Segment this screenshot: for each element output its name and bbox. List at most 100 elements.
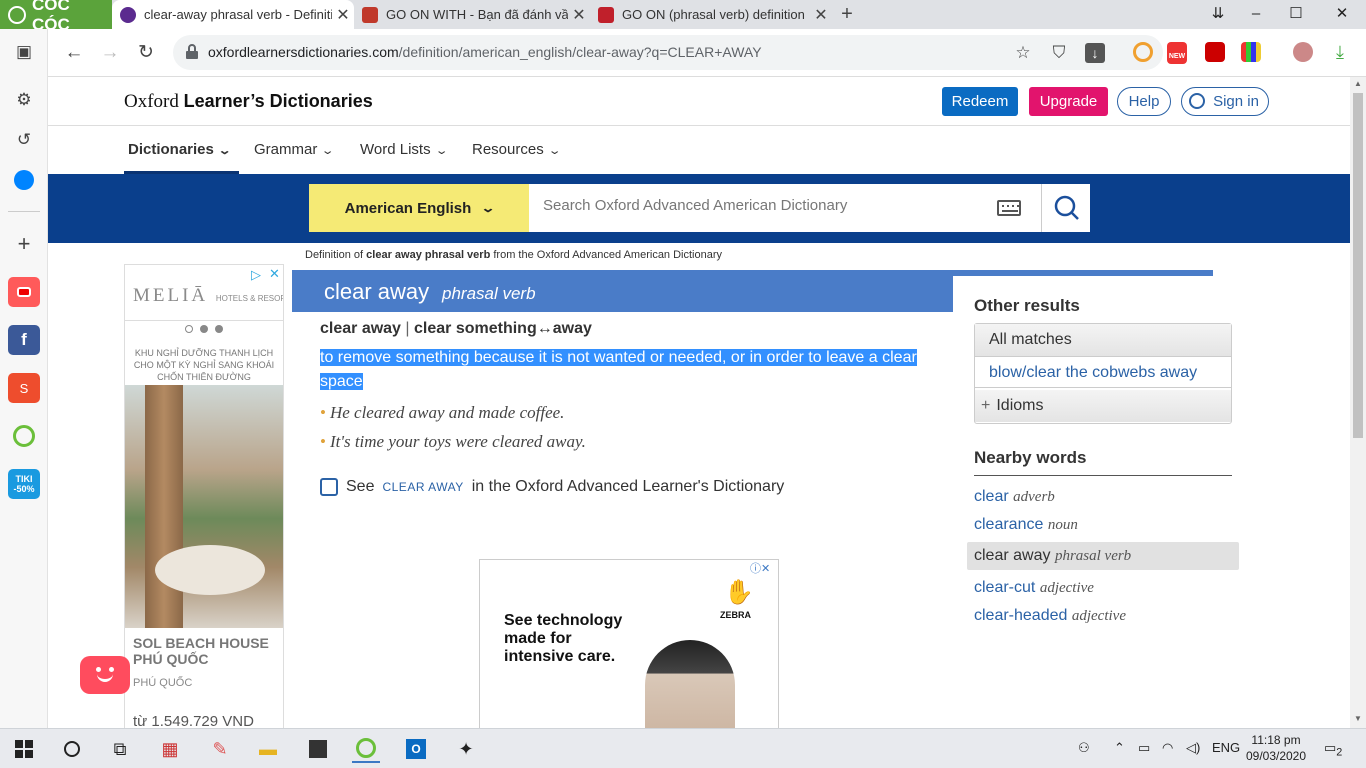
web-page: Oxford Learner’s Dictionaries Redeem Upg…	[48, 77, 1350, 728]
nearby-word-clear-headed[interactable]: clear-headed adjective	[974, 607, 1126, 625]
extension-red-icon[interactable]	[1205, 42, 1225, 62]
nav-resources[interactable]: Resources ⌄	[472, 141, 562, 158]
restore-button[interactable]: ☐	[1276, 0, 1316, 29]
sidebar-toggle-icon[interactable]: ▣	[8, 37, 40, 67]
windows-start-icon[interactable]	[10, 735, 38, 763]
example-sentence: • It's time your toys were cleared away.	[320, 432, 586, 451]
tiki-icon[interactable]: TIKI -50%	[8, 469, 40, 499]
all-matches-toggle[interactable]: All matches	[975, 324, 1231, 356]
resort-photo	[125, 385, 283, 628]
tab-go-on-with[interactable]: GO ON WITH - Bạn đã đánh vần ✕	[354, 0, 590, 29]
example-sentence: • He cleared away and made coffee.	[320, 403, 565, 422]
profile-avatar[interactable]	[1293, 42, 1313, 62]
carousel-dots[interactable]	[185, 325, 223, 333]
add-shortcut-icon[interactable]: +	[8, 229, 40, 259]
file-explorer-icon[interactable]: ▬	[254, 735, 282, 763]
ad-melia[interactable]: ▷ ✕ MELIĀ HOTELS & RESORTS KHU NGHỈ DƯỠN…	[124, 264, 284, 728]
breadcrumb: Definition of clear away phrasal verb fr…	[305, 249, 723, 261]
oxford-logo[interactable]: Oxford Learner’s Dictionaries	[124, 91, 373, 113]
ad-caption: KHU NGHỈ DƯỠNG THANH LỊCH CHO MỘT KỲ NGH…	[133, 348, 275, 382]
ad-close-icon[interactable]: ⓘ✕	[750, 560, 770, 576]
extension-new-icon[interactable]: NEW	[1167, 42, 1187, 64]
notifications-icon[interactable]: ▭2	[1324, 740, 1342, 759]
new-tab-button[interactable]: +	[836, 0, 858, 29]
browser-tab-strip: CÓC CÓC clear-away phrasal verb - Defini…	[0, 0, 1366, 34]
app-paint-icon[interactable]: ✎	[206, 735, 234, 763]
coccoc-taskbar-icon[interactable]	[352, 735, 380, 763]
scroll-up-icon[interactable]: ▲	[1350, 77, 1366, 91]
task-view-icon[interactable]: ⧉	[106, 735, 134, 763]
chat-widget-button[interactable]	[80, 656, 130, 694]
zebra-logo-icon: ✋	[724, 579, 754, 606]
battery-icon[interactable]: ▭	[1138, 740, 1150, 756]
tray-chevron-icon[interactable]: ⌃	[1114, 740, 1125, 756]
result-cobwebs-link[interactable]: blow/clear the cobwebs away	[975, 356, 1231, 388]
shopee-icon[interactable]: S	[8, 373, 40, 403]
facebook-icon[interactable]: f	[8, 325, 40, 355]
nearby-word-clear-cut[interactable]: clear-cut adjective	[974, 579, 1094, 597]
scroll-down-icon[interactable]: ▼	[1350, 712, 1366, 726]
tab-go-on[interactable]: GO ON (phrasal verb) definition ✕	[590, 0, 832, 29]
coccoc-green-icon[interactable]	[8, 421, 40, 451]
close-tab-icon[interactable]: ✕	[332, 5, 354, 25]
download-video-icon[interactable]: ↓	[1085, 43, 1105, 63]
shield-icon[interactable]: ⛉	[1049, 43, 1069, 63]
forward-button[interactable]: →	[98, 41, 122, 65]
language-indicator[interactable]: ENG	[1212, 740, 1240, 755]
idioms-toggle[interactable]: + Idioms	[975, 390, 1231, 422]
search-circle-icon[interactable]	[58, 735, 86, 763]
minimize-button[interactable]: –	[1236, 0, 1276, 29]
address-bar[interactable]: oxfordlearnersdictionaries.com/definitio…	[173, 35, 1163, 70]
bookmark-star-icon[interactable]: ☆	[1013, 43, 1033, 63]
volume-icon[interactable]: ◁)	[1186, 740, 1200, 756]
nearby-word-clear[interactable]: clear adverb	[974, 488, 1055, 506]
search-button[interactable]	[1041, 184, 1090, 232]
nearby-word-clear-away[interactable]: clear away phrasal verb	[967, 542, 1239, 570]
nav-word-lists[interactable]: Word Lists ⌄	[360, 141, 448, 158]
page-scrollbar[interactable]: ▲ ▼	[1350, 77, 1366, 728]
back-button[interactable]: ←	[62, 41, 86, 65]
messenger-icon[interactable]	[8, 165, 40, 195]
extension-grid-icon[interactable]	[1241, 42, 1261, 62]
keyboard-icon[interactable]	[997, 200, 1021, 216]
close-tab-icon[interactable]: ✕	[810, 5, 832, 25]
nearby-words-heading: Nearby words	[974, 448, 1087, 467]
wifi-icon[interactable]: ◠	[1162, 740, 1173, 756]
part-of-speech: phrasal verb	[442, 284, 536, 303]
chevron-down-icon: ⌄	[547, 145, 562, 157]
history-icon[interactable]: ↺	[8, 125, 40, 155]
reload-button[interactable]: ↻	[134, 41, 158, 65]
nav-grammar[interactable]: Grammar ⌄	[254, 141, 335, 158]
results-panel: Other results All matches blow/clear the…	[953, 276, 1253, 728]
see-also-link[interactable]: See CLEAR AWAY in the Oxford Advanced Le…	[320, 478, 784, 496]
browser-toolbar: ← → ↻ oxfordlearnersdictionaries.com/def…	[48, 29, 1366, 77]
adchoices-icon[interactable]: ▷	[251, 267, 261, 283]
coccoc-menu-button[interactable]: CÓC CÓC	[0, 0, 112, 34]
close-tab-icon[interactable]: ✕	[568, 5, 590, 25]
youtube-icon[interactable]	[8, 277, 40, 307]
redeem-button[interactable]: Redeem	[942, 87, 1018, 116]
downloads-icon[interactable]: ⤓	[1330, 42, 1350, 62]
tab-search-icon[interactable]: ⇊	[1198, 0, 1238, 29]
nav-dictionaries[interactable]: Dictionaries ⌄	[128, 141, 232, 158]
app-star-icon[interactable]: ✦	[452, 735, 480, 763]
help-button[interactable]: Help	[1117, 87, 1171, 116]
app-note-icon[interactable]	[304, 735, 332, 763]
app-calendar-icon[interactable]: ▦	[156, 735, 184, 763]
search-input[interactable]	[543, 197, 973, 214]
tab-clear-away[interactable]: clear-away phrasal verb - Definition ✕	[112, 0, 354, 29]
settings-icon[interactable]: ⚙	[8, 85, 40, 115]
clock[interactable]: 11:18 pm 09/03/2020	[1240, 732, 1312, 764]
scroll-thumb[interactable]	[1353, 93, 1363, 438]
extension-chrome-icon[interactable]	[1133, 42, 1153, 62]
dictionary-select[interactable]: American English ⌄	[309, 184, 529, 232]
upgrade-button[interactable]: Upgrade	[1029, 87, 1108, 116]
close-window-button[interactable]: ✕	[1322, 0, 1362, 29]
ad-close-icon[interactable]: ✕	[269, 266, 280, 282]
sign-in-button[interactable]: Sign in	[1181, 87, 1269, 116]
nearby-word-clearance[interactable]: clearance noun	[974, 516, 1078, 534]
people-icon[interactable]: ⚇	[1078, 740, 1090, 756]
ad-zebra[interactable]: ⓘ✕ See technology made for intensive car…	[479, 559, 779, 728]
outlook-icon[interactable]: O	[402, 735, 430, 763]
chevron-down-icon: ⌄	[217, 145, 232, 157]
